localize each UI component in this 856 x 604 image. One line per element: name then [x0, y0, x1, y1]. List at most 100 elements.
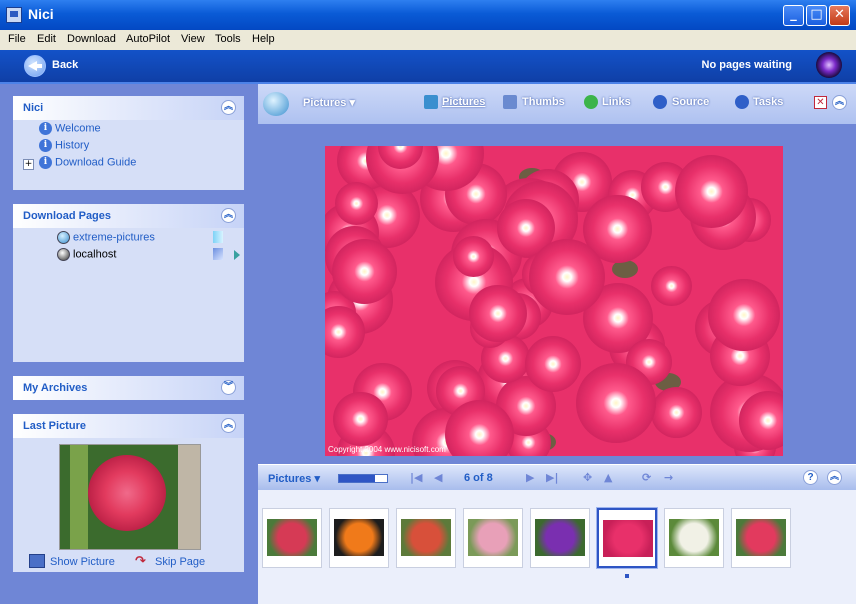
refresh-icon[interactable]: ⟳	[642, 471, 651, 484]
thumbnail-red-flowers[interactable]	[262, 508, 322, 568]
progress-fill	[339, 475, 375, 482]
play-arrow-icon[interactable]	[234, 250, 240, 260]
panel-download-pages-header[interactable]: Download Pages ︽	[13, 204, 244, 228]
skip-page-link[interactable]: Skip Page	[155, 556, 205, 568]
picture-viewer[interactable]: Copyright 2004 www.nicisoft.com	[325, 146, 783, 456]
collapse-toolbar-icon[interactable]: ︽	[832, 95, 847, 110]
panel-title: My Archives	[23, 382, 88, 394]
forward-icon[interactable]: →	[664, 471, 673, 484]
thumbnail-pink-blossoms[interactable]	[463, 508, 523, 568]
flower-shape	[674, 154, 748, 228]
back-button[interactable]: Back	[18, 53, 98, 79]
panel-last-picture-header[interactable]: Last Picture ︽	[13, 414, 244, 438]
flower-shape	[651, 265, 692, 307]
collapse-icon[interactable]: ︽	[221, 100, 236, 115]
thumbnail-pink-asters[interactable]	[597, 508, 657, 568]
flower-shape	[650, 386, 702, 438]
thumbnail-image	[334, 519, 384, 556]
fullscreen-icon[interactable]: ✕	[814, 96, 827, 109]
tab-links[interactable]: Links	[602, 96, 631, 108]
thumbs-tab-icon	[503, 95, 517, 109]
last-picture-thumbnail[interactable]	[59, 444, 201, 550]
tab-thumbs[interactable]: Thumbs	[522, 96, 565, 108]
thumbnail-image	[267, 519, 317, 556]
next-icon[interactable]: ▶	[526, 471, 534, 484]
menu-help[interactable]: Help	[252, 33, 275, 45]
page-extreme-pictures[interactable]: extreme-pictures	[57, 231, 155, 244]
rotate-icon[interactable]: ▲	[604, 471, 612, 484]
minimize-button[interactable]: _	[783, 5, 804, 26]
task-pane: Nici ︽ i Welcome i History + i Download Gui…	[0, 84, 258, 604]
show-picture-link[interactable]: Show Picture	[50, 556, 115, 568]
tab-source[interactable]: Source	[672, 96, 709, 108]
window-title: Nici	[28, 6, 54, 22]
thumbnail-white-blossoms[interactable]	[664, 508, 724, 568]
menu-autopilot[interactable]: AutoPilot	[126, 33, 170, 45]
source-tab-icon	[653, 95, 667, 109]
tasks-tab-icon	[735, 95, 749, 109]
tab-tasks[interactable]: Tasks	[753, 96, 783, 108]
zoom-in-icon[interactable]: ✥	[583, 471, 592, 484]
thumbnail-bird-of-paradise[interactable]	[329, 508, 389, 568]
pictures-tab-icon	[424, 95, 438, 109]
thumbnail-purple-iris[interactable]	[530, 508, 590, 568]
thumbnail-image	[669, 519, 719, 556]
expand-icon[interactable]: +	[23, 159, 34, 170]
download-progress-bar	[338, 474, 388, 483]
main-pane: Pictures ▾ Pictures Thumbs Links Source …	[258, 84, 856, 604]
selected-indicator	[625, 574, 629, 578]
collapse-icon[interactable]: ︽	[221, 208, 236, 223]
previous-icon[interactable]: ◀	[434, 471, 442, 484]
panel-archives-header[interactable]: My Archives ︾	[13, 376, 244, 400]
pictures-view-icon	[263, 92, 289, 116]
thumbnail-image	[736, 519, 786, 556]
link-welcome[interactable]: i Welcome	[39, 122, 101, 135]
panel-nici-header[interactable]: Nici ︽	[13, 96, 244, 120]
info-icon: i	[39, 139, 52, 152]
close-button[interactable]: ✕	[829, 5, 850, 26]
nici-logo-icon[interactable]	[816, 52, 842, 78]
thumbnail-gerbera[interactable]	[396, 508, 456, 568]
last-icon[interactable]: ▶|	[546, 471, 558, 484]
menu-download[interactable]: Download	[67, 33, 116, 45]
flower-shape	[332, 238, 398, 304]
flower-shape	[452, 236, 494, 278]
panel-title: Nici	[23, 102, 44, 114]
flower-shape	[524, 335, 582, 393]
skip-arrow-icon: ↷	[135, 554, 146, 569]
page-localhost[interactable]: localhost	[57, 248, 116, 261]
flower-shape	[708, 279, 780, 351]
link-history[interactable]: i History	[39, 139, 89, 152]
picture-counter: 6 of 8	[464, 472, 493, 484]
menu-tools[interactable]: Tools	[215, 33, 241, 45]
link-download-guide[interactable]: i Download Guide	[39, 156, 136, 169]
panel-download-pages: Download Pages ︽ extreme-pictures localh…	[13, 204, 244, 362]
filmstrip-view-selector[interactable]: Pictures ▾	[268, 472, 320, 485]
flower-shape	[528, 238, 605, 315]
tab-pictures[interactable]: Pictures	[442, 96, 485, 108]
menu-view[interactable]: View	[181, 33, 205, 45]
globe-icon	[57, 231, 70, 244]
thumbnail-red-hydrangea[interactable]	[731, 508, 791, 568]
thumbnail-image	[401, 519, 451, 556]
filmstrip-toolbar: Pictures ▾ |◀ ◀ 6 of 8 ▶ ▶| ✥ ▲ ⟳ → ? ︽	[258, 464, 856, 491]
collapse-filmstrip-icon[interactable]: ︽	[827, 470, 842, 485]
expand-chevron-icon[interactable]: ︾	[221, 380, 236, 395]
flower-shape	[468, 284, 527, 343]
menu-bar: File Edit Download AutoPilot View Tools …	[0, 30, 856, 51]
menu-edit[interactable]: Edit	[37, 33, 56, 45]
thumbnail-image	[535, 519, 585, 556]
nav-bar: Back No pages waiting	[0, 50, 856, 84]
menu-file[interactable]: File	[8, 33, 26, 45]
thumbnail-image	[468, 519, 518, 556]
links-tab-icon	[584, 95, 598, 109]
collapse-icon[interactable]: ︽	[221, 418, 236, 433]
back-arrow-icon	[24, 55, 46, 77]
maximize-button[interactable]: □	[806, 5, 827, 26]
help-icon[interactable]: ?	[803, 470, 818, 485]
first-icon[interactable]: |◀	[410, 471, 422, 484]
view-selector[interactable]: Pictures ▾	[303, 96, 355, 109]
progress-indicator	[213, 248, 223, 260]
queue-status: No pages waiting	[701, 59, 792, 71]
panel-last-picture: Last Picture ︽ Show Picture ↷ Skip Page	[13, 414, 244, 572]
